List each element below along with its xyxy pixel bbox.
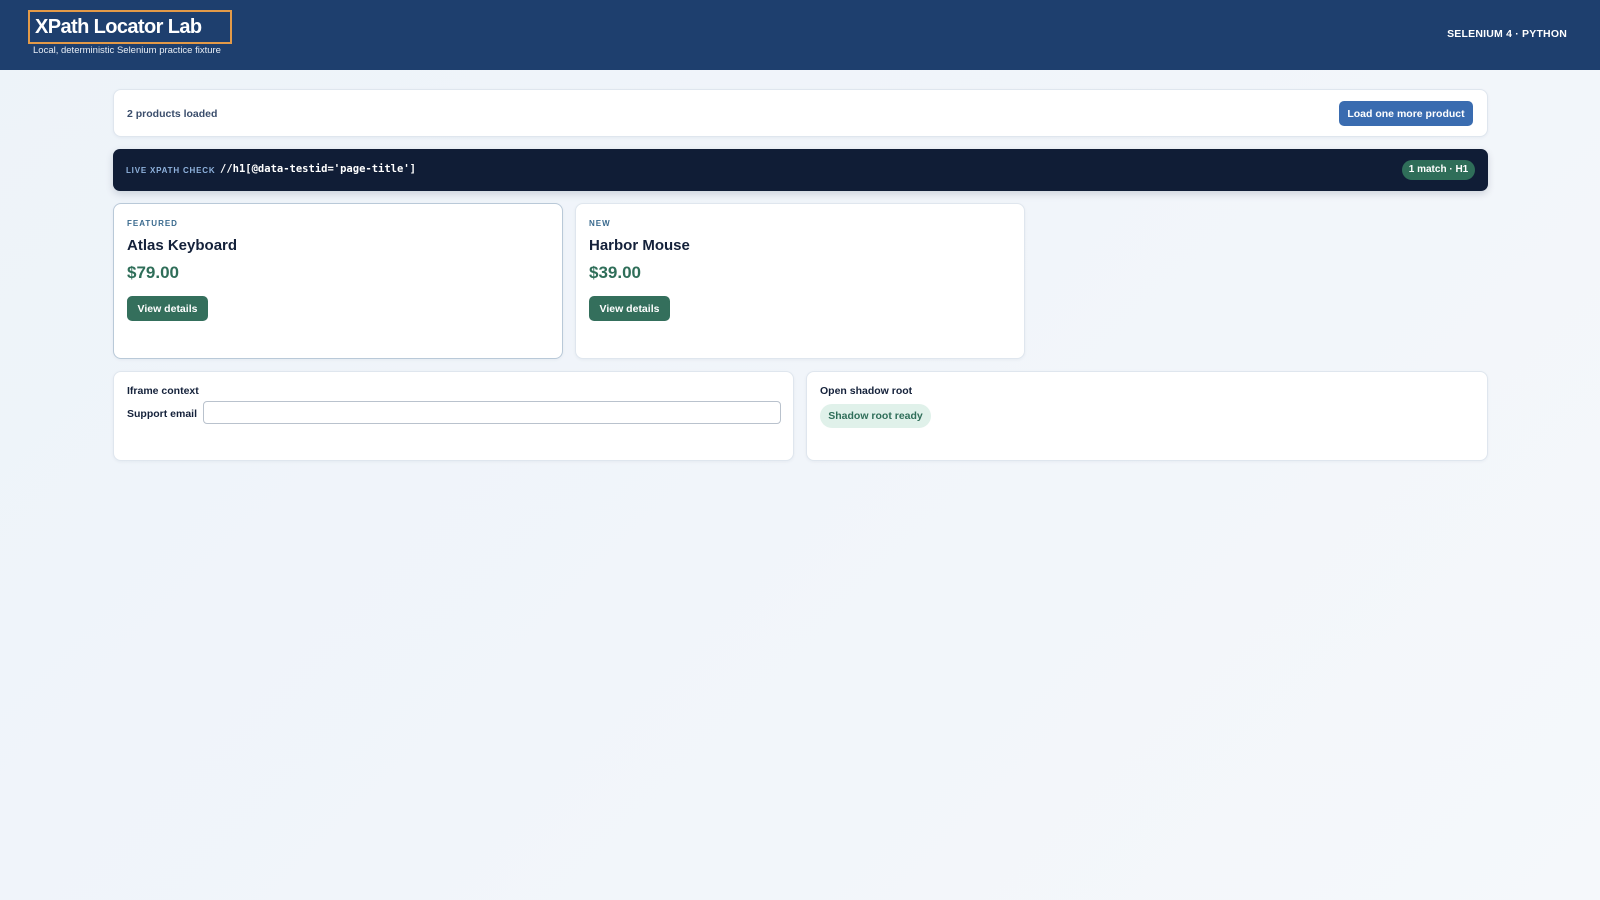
status-bar: 2 products loaded Load one more product <box>113 89 1488 137</box>
product-card: FEATURED Atlas Keyboard $79.00 View deta… <box>113 203 563 359</box>
xpath-check-label: LIVE XPATH CHECK <box>126 166 216 175</box>
product-price: $39.00 <box>589 263 641 282</box>
shadow-root-status-badge: Shadow root ready <box>820 404 931 428</box>
support-email-input[interactable] <box>203 401 781 424</box>
product-name: Atlas Keyboard <box>127 237 238 254</box>
product-name: Harbor Mouse <box>589 237 690 254</box>
load-more-product-button[interactable]: Load one more product <box>1339 101 1473 126</box>
shadow-section-title: Open shadow root <box>820 385 913 397</box>
iframe-section-title: Iframe context <box>127 385 199 397</box>
xpath-expression: //h1[@data-testid='page-title'] <box>220 163 416 175</box>
live-xpath-check-bar: LIVE XPATH CHECK //h1[@data-testid='page… <box>113 149 1488 191</box>
product-badge: NEW <box>589 219 611 228</box>
products-count-text: 2 products loaded <box>127 108 218 120</box>
page-title: XPath Locator Lab <box>35 16 202 38</box>
product-card: NEW Harbor Mouse $39.00 View details <box>575 203 1025 359</box>
view-details-button[interactable]: View details <box>127 296 208 321</box>
xpath-match-badge: 1 match · H1 <box>1402 160 1475 180</box>
iframe-context-panel: Iframe context Support email <box>113 371 794 461</box>
framework-tag: SELENIUM 4 · PYTHON <box>1447 28 1567 40</box>
shadow-root-panel: Open shadow root Shadow root ready <box>806 371 1488 461</box>
page-title-box: XPath Locator Lab <box>28 10 232 44</box>
top-bar: XPath Locator Lab Local, deterministic S… <box>0 0 1600 70</box>
page-subtitle: Local, deterministic Selenium practice f… <box>33 45 221 56</box>
product-price: $79.00 <box>127 263 179 282</box>
view-details-button[interactable]: View details <box>589 296 670 321</box>
product-badge: FEATURED <box>127 219 178 228</box>
support-email-label: Support email <box>127 408 198 420</box>
